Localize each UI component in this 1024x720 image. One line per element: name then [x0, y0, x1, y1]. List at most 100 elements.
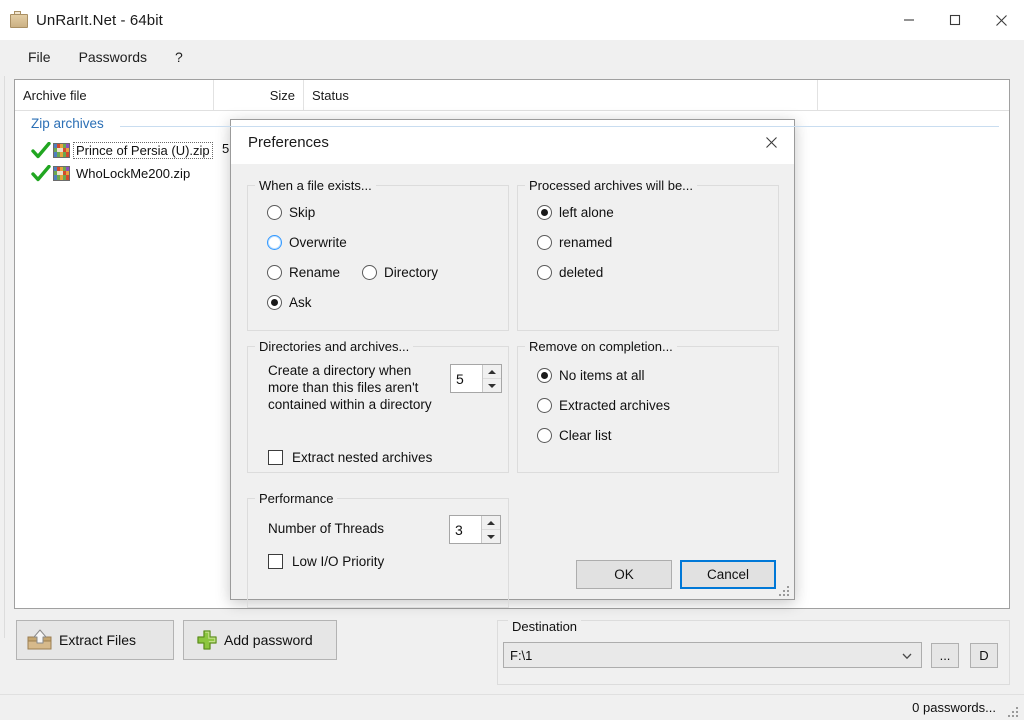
dialog-resize-grip-icon[interactable]: [778, 584, 790, 596]
desktop-button[interactable]: D: [970, 643, 998, 668]
radio-icon: [267, 205, 282, 220]
ok-button[interactable]: OK: [576, 560, 672, 589]
green-check-icon: [31, 141, 51, 160]
add-password-label: Add password: [224, 632, 313, 648]
destination-value: F:\1: [510, 647, 533, 663]
green-check-icon: [31, 164, 51, 183]
low-io-priority-label: Low I/O Priority: [292, 554, 385, 569]
menu-item-file[interactable]: File: [18, 46, 61, 68]
radio-clear-list[interactable]: Clear list: [537, 428, 612, 443]
extract-files-button[interactable]: Extract Files: [16, 620, 174, 660]
create-directory-value[interactable]: 5: [451, 365, 482, 392]
radio-icon: [537, 398, 552, 413]
radio-renamed-label: renamed: [559, 235, 613, 250]
destination-combobox[interactable]: F:\1: [503, 642, 922, 668]
resize-grip-icon[interactable]: [1007, 705, 1019, 717]
radio-icon: [537, 265, 552, 280]
zip-archive-icon: [53, 166, 70, 181]
radio-icon: [537, 205, 552, 220]
group-directories-archives-legend: Directories and archives...: [255, 339, 414, 354]
create-directory-stepper[interactable]: 5: [450, 364, 502, 393]
group-remove-on-completion-legend: Remove on completion...: [525, 339, 677, 354]
radio-deleted-label: deleted: [559, 265, 604, 280]
column-header-extra[interactable]: [818, 80, 1008, 110]
radio-icon: [267, 295, 282, 310]
list-item-size: 5: [222, 141, 230, 156]
group-header-label: Zip archives: [31, 116, 110, 131]
number-of-threads-stepper[interactable]: 3: [449, 515, 501, 544]
window-controls: [886, 0, 1024, 40]
radio-skip[interactable]: Skip: [267, 205, 315, 220]
browse-button[interactable]: ...: [931, 643, 959, 668]
menubar: File Passwords ?: [0, 40, 1024, 73]
radio-icon: [267, 235, 282, 250]
cancel-button[interactable]: Cancel: [680, 560, 776, 589]
group-when-file-exists-legend: When a file exists...: [255, 178, 376, 193]
number-of-threads-value[interactable]: 3: [450, 516, 481, 543]
archive-folder-icon: [10, 11, 28, 29]
column-header-archive-file[interactable]: Archive file: [15, 80, 214, 110]
radio-icon: [537, 368, 552, 383]
close-button[interactable]: [978, 0, 1024, 40]
radio-renamed[interactable]: renamed: [537, 235, 612, 250]
zip-archive-icon: [53, 143, 70, 158]
checkbox-icon: [268, 554, 283, 569]
dialog-title: Preferences: [248, 133, 329, 151]
radio-deleted[interactable]: deleted: [537, 265, 603, 280]
preferences-dialog: Preferences When a file exists... Skip O…: [230, 119, 795, 608]
extract-nested-archives-checkbox[interactable]: Extract nested archives: [268, 450, 432, 465]
radio-directory-label: Directory: [384, 265, 439, 280]
group-performance-legend: Performance: [255, 491, 338, 506]
column-header-size[interactable]: Size: [214, 80, 304, 110]
group-rule-line: [120, 126, 999, 127]
stepper-buttons: [482, 365, 501, 392]
add-password-button[interactable]: Add password: [183, 620, 337, 660]
menu-item-help[interactable]: ?: [165, 46, 193, 68]
radio-directory[interactable]: Directory: [362, 265, 438, 280]
chevron-down-icon[interactable]: [901, 650, 913, 662]
radio-skip-label: Skip: [289, 205, 316, 220]
radio-icon: [362, 265, 377, 280]
radio-rename[interactable]: Rename: [267, 265, 340, 280]
menu-item-passwords[interactable]: Passwords: [69, 46, 157, 68]
extract-nested-archives-label: Extract nested archives: [292, 450, 433, 465]
radio-icon: [537, 235, 552, 250]
list-column-headers: Archive file Size Status: [15, 80, 1009, 111]
radio-rename-label: Rename: [289, 265, 341, 280]
list-item-name: WhoLockMe200.zip: [76, 166, 191, 181]
radio-extracted-archives-label: Extracted archives: [559, 398, 671, 413]
stepper-buttons: [481, 516, 500, 543]
radio-no-items-at-all[interactable]: No items at all: [537, 368, 645, 383]
radio-overwrite[interactable]: Overwrite: [267, 235, 347, 250]
left-edge-separator: [4, 76, 5, 638]
titlebar: UnRarIt.Net - 64bit: [0, 0, 1024, 40]
low-io-priority-checkbox[interactable]: Low I/O Priority: [268, 554, 384, 569]
checkbox-icon: [268, 450, 283, 465]
radio-icon: [537, 428, 552, 443]
maximize-button[interactable]: [932, 0, 978, 40]
green-plus-icon: [196, 629, 218, 651]
extract-files-label: Extract Files: [59, 632, 137, 648]
create-directory-label: Create a directory when more than this f…: [268, 363, 432, 412]
radio-left-alone[interactable]: left alone: [537, 205, 614, 220]
radio-clear-list-label: Clear list: [559, 428, 612, 443]
stepper-up-icon[interactable]: [482, 516, 500, 529]
radio-ask[interactable]: Ask: [267, 295, 312, 310]
stepper-down-icon[interactable]: [482, 529, 500, 543]
column-header-status[interactable]: Status: [304, 80, 818, 110]
radio-extracted-archives[interactable]: Extracted archives: [537, 398, 670, 413]
destination-legend: Destination: [508, 619, 582, 634]
statusbar: 0 passwords...: [0, 694, 1024, 720]
radio-ask-label: Ask: [289, 295, 312, 310]
list-item-name: Prince of Persia (U).zip: [73, 142, 213, 159]
minimize-button[interactable]: [886, 0, 932, 40]
window-title: UnRarIt.Net - 64bit: [36, 11, 163, 29]
number-of-threads-label: Number of Threads: [268, 521, 385, 536]
extract-box-icon: [27, 629, 53, 651]
radio-left-alone-label: left alone: [559, 205, 614, 220]
stepper-down-icon[interactable]: [483, 378, 501, 392]
status-text: 0 passwords...: [912, 700, 996, 715]
stepper-up-icon[interactable]: [483, 365, 501, 378]
radio-icon: [267, 265, 282, 280]
group-processed-archives-legend: Processed archives will be...: [525, 178, 698, 193]
